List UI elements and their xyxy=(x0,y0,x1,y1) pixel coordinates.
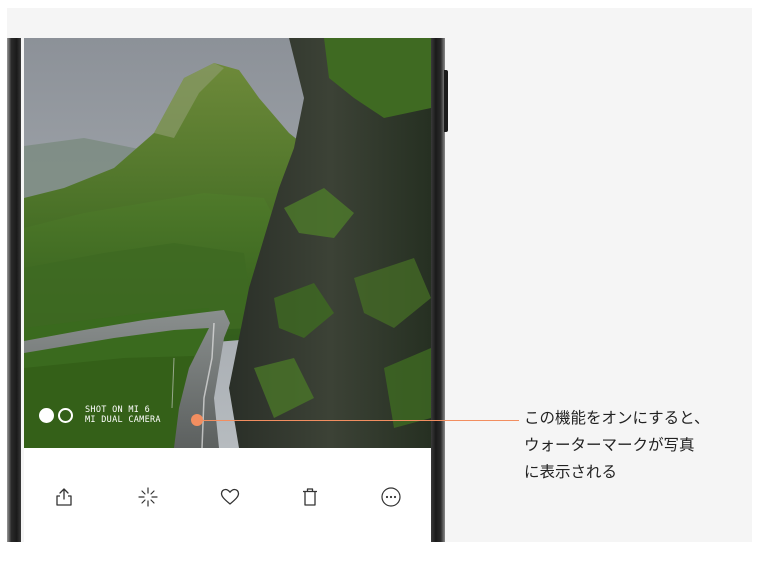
callout-line-2: ウォーターマークが写真 xyxy=(524,436,695,454)
callout-leader-line xyxy=(197,420,519,421)
callout-marker-dot xyxy=(191,414,203,426)
watermark-line-2: MI DUAL CAMERA xyxy=(85,415,161,425)
magic-wand-icon xyxy=(138,487,158,507)
more-button[interactable] xyxy=(378,484,404,510)
gallery-photo[interactable]: SHOT ON MI 6 MI DUAL CAMERA xyxy=(24,38,431,448)
callout-annotation: この機能をオンにすると、 ウォーターマークが写真 に表示される xyxy=(524,405,752,486)
watermark-text: SHOT ON MI 6 MI DUAL CAMERA xyxy=(85,405,161,425)
watermark-line-1: SHOT ON MI 6 xyxy=(85,405,151,415)
landscape-photo-image xyxy=(24,38,431,448)
favorite-button[interactable] xyxy=(217,484,243,510)
trash-icon xyxy=(303,488,317,506)
edit-button[interactable] xyxy=(135,484,161,510)
watermark-logo-ring-circle-icon xyxy=(58,407,73,423)
screenshot-stage: SHOT ON MI 6 MI DUAL CAMERA この機能をオンにすると、… xyxy=(0,0,757,561)
delete-button[interactable] xyxy=(297,484,323,510)
phone-side-button xyxy=(444,70,448,132)
callout-line-3: に表示される xyxy=(524,463,618,481)
heart-icon xyxy=(220,488,240,505)
more-icon xyxy=(381,487,401,507)
gallery-toolbar xyxy=(24,448,431,542)
phone-device: SHOT ON MI 6 MI DUAL CAMERA xyxy=(7,8,448,542)
watermark-logo-filled-circle-icon xyxy=(39,407,54,423)
phone-screen: SHOT ON MI 6 MI DUAL CAMERA xyxy=(24,38,431,542)
photo-watermark: SHOT ON MI 6 MI DUAL CAMERA xyxy=(39,405,161,425)
callout-line-1: この機能をオンにすると、 xyxy=(524,409,710,427)
phone-bezel-left xyxy=(7,38,21,542)
share-icon xyxy=(56,488,72,506)
phone-bezel-right xyxy=(431,38,445,542)
share-button[interactable] xyxy=(51,484,77,510)
